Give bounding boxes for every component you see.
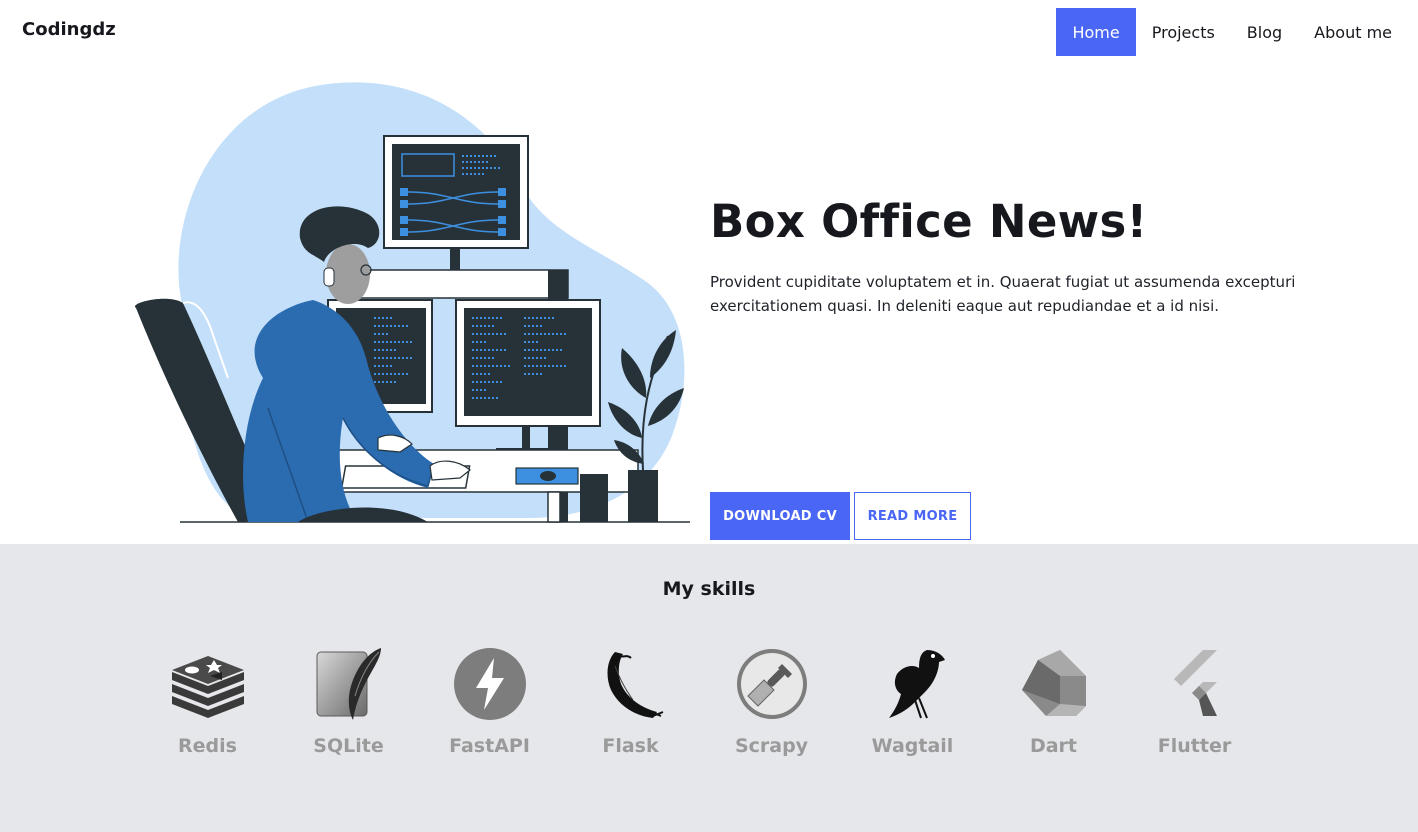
dart-icon — [1016, 646, 1092, 722]
hero-title: Box Office News! — [710, 195, 1148, 248]
skills-section: My skills Redis SQLite FastAPI Flask Scr… — [0, 544, 1418, 832]
skill-wagtail[interactable]: Wagtail — [842, 646, 983, 757]
scrapy-icon — [734, 646, 810, 722]
download-cv-button[interactable]: DOWNLOAD CV — [710, 492, 850, 540]
flutter-icon — [1157, 646, 1233, 722]
developer-at-desk-illustration — [128, 78, 698, 526]
nav-item-about-me[interactable]: About me — [1298, 8, 1408, 56]
skill-label: FastAPI — [449, 735, 530, 757]
wagtail-icon — [875, 646, 951, 722]
skill-flask[interactable]: Flask — [560, 646, 701, 757]
skill-fastapi[interactable]: FastAPI — [419, 646, 560, 757]
hero-section: Box Office News! Provident cupiditate vo… — [0, 64, 1418, 544]
skill-label: Flutter — [1157, 735, 1232, 757]
skill-label: SQLite — [313, 735, 384, 757]
skill-dart[interactable]: Dart — [983, 646, 1124, 757]
hero-text: Box Office News! Provident cupiditate vo… — [710, 194, 1330, 540]
skill-scrapy[interactable]: Scrapy — [701, 646, 842, 757]
sqlite-icon — [311, 646, 387, 722]
nav-item-home[interactable]: Home — [1056, 8, 1136, 56]
skill-flutter[interactable]: Flutter — [1124, 646, 1265, 757]
navbar: Codingdz Home Projects Blog About me — [0, 0, 1418, 64]
skill-label: Dart — [1029, 735, 1078, 757]
nav-item-projects[interactable]: Projects — [1136, 8, 1231, 56]
hero-description: Provident cupiditate voluptatem et in. Q… — [710, 273, 1296, 315]
skill-label: Redis — [178, 735, 237, 757]
redis-icon — [170, 646, 246, 722]
read-more-button[interactable]: READ MORE — [854, 492, 971, 540]
nav-item-blog[interactable]: Blog — [1231, 8, 1298, 56]
skill-redis[interactable]: Redis — [137, 646, 278, 757]
brand-logo[interactable]: Codingdz — [22, 19, 116, 40]
fastapi-icon — [452, 646, 528, 722]
skill-list: Redis SQLite FastAPI Flask Scrapy Wagtai… — [137, 646, 1265, 757]
skill-sqlite[interactable]: SQLite — [278, 646, 419, 757]
hero-buttons: DOWNLOAD CV READ MORE — [710, 492, 971, 540]
main-nav: Home Projects Blog About me — [1056, 8, 1408, 56]
skills-title: My skills — [662, 578, 756, 600]
skill-label: Wagtail — [871, 735, 954, 757]
skill-label: Flask — [602, 735, 659, 757]
flask-icon — [593, 646, 669, 722]
skill-label: Scrapy — [734, 735, 809, 757]
